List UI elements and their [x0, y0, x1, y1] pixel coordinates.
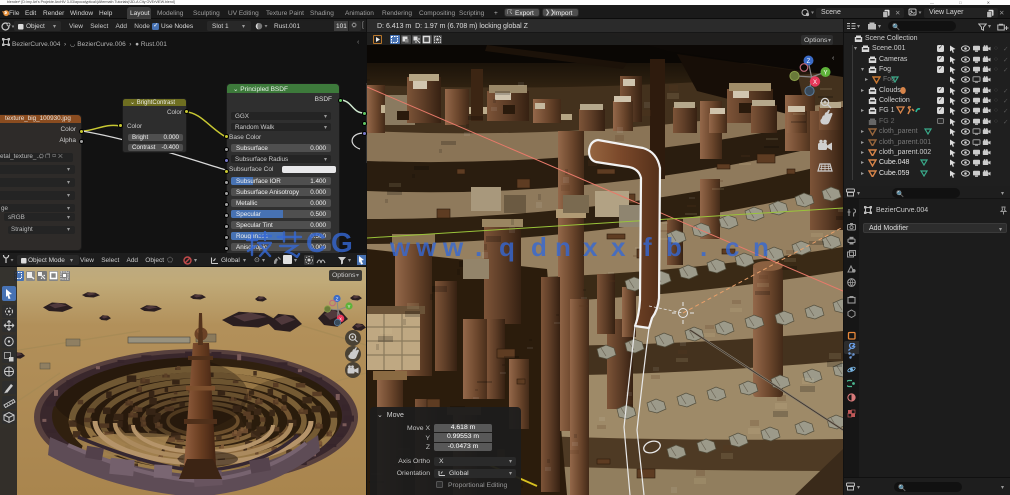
svg-text:Z: Z	[807, 59, 811, 65]
svg-text:Y: Y	[347, 304, 350, 309]
svg-text:X: X	[813, 80, 817, 86]
svg-text:Y: Y	[823, 71, 827, 77]
svg-text:Z: Z	[336, 297, 339, 302]
